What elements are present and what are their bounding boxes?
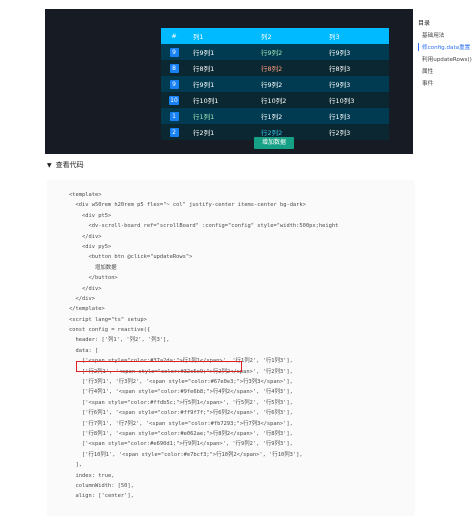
code-line: columnWidth: [50], xyxy=(69,482,134,489)
header-index: # xyxy=(171,32,177,40)
scroll-board-row: 1 行1列1 行1列2 行1列3 xyxy=(161,108,389,124)
row-cell-c2: 行9列2 xyxy=(261,81,283,89)
code-line: ['行3列1', '行3列2', '<span style="color:#67… xyxy=(69,379,293,386)
row-cell-c1: 行9列1 xyxy=(193,49,215,57)
row-index-badge: 1 xyxy=(169,111,179,121)
code-line: 增加数据 xyxy=(69,264,117,271)
code-line: data: [ xyxy=(69,347,99,354)
caret-down-icon: ▼ xyxy=(47,161,52,169)
row-index-badge: 2 xyxy=(169,127,179,137)
scroll-board: # 列1 列2 列3 9 行9列1 行9列2 行9列3 8 行8列1 行8列2 行8列3 9 行9… xyxy=(161,28,389,140)
row-cell-c2: 行10列2 xyxy=(261,97,287,105)
scroll-board-row: 9 行9列1 行9列2 行9列3 xyxy=(161,44,389,60)
row-cell-c3: 行1列3 xyxy=(329,113,351,121)
row-cell-c1: 行1列1 xyxy=(193,113,215,121)
code-line: </div> xyxy=(69,285,102,292)
header-col3: 列3 xyxy=(329,33,340,41)
row-index-badge: 9 xyxy=(169,47,179,57)
row-index-cell: 8 xyxy=(161,63,187,73)
code-line: <div py5> xyxy=(69,243,112,250)
scroll-board-header: # 列1 列2 列3 xyxy=(161,28,389,44)
code-lines: <template> <div w50rem h20rem p5 flex="~… xyxy=(69,190,338,502)
code-line: index: true, xyxy=(69,472,115,479)
toc-item[interactable]: 事件 xyxy=(418,79,474,87)
code-line: ['行10列1', '<span style="color:#e7bcf3;">… xyxy=(69,451,303,458)
row-cell-c3: 行8列3 xyxy=(329,65,351,73)
scroll-board-row: 9 行9列1 行9列2 行9列3 xyxy=(161,76,389,92)
toc-item[interactable]: 修config.data重置 xyxy=(418,43,474,51)
header-col2: 列2 xyxy=(261,33,272,41)
toc-item[interactable]: 利用updateRows() xyxy=(418,55,474,63)
row-cell-c1: 行8列1 xyxy=(193,65,215,73)
row-index-cell: 9 xyxy=(161,79,187,89)
code-line: <div w50rem h20rem p5 flex="~ col" justi… xyxy=(69,202,306,209)
row-index-cell: 10 xyxy=(161,95,187,105)
row-cell-c2: 行9列2 xyxy=(261,49,283,57)
row-index-cell: 9 xyxy=(161,47,187,57)
row-cell-c1: 行9列1 xyxy=(193,81,215,89)
toc-item[interactable]: 基础用法 xyxy=(418,31,474,39)
row-cell-c2: 行1列2 xyxy=(261,113,283,121)
scroll-board-row: 8 行8列1 行8列2 行8列3 xyxy=(161,60,389,76)
row-cell-c3: 行9列3 xyxy=(329,81,351,89)
code-line: ['<span style="color:#e690d1;">行9列1</spa… xyxy=(69,441,293,448)
toc-item[interactable]: 属性 xyxy=(418,67,474,75)
code-line: ], xyxy=(69,462,82,469)
scroll-board-row: 10 行10列1 行10列2 行10列3 xyxy=(161,92,389,108)
add-data-button[interactable]: 增加数据 xyxy=(254,137,294,149)
view-code-label: 查看代码 xyxy=(55,161,84,169)
code-line: </template> xyxy=(69,306,105,313)
row-cell-c3: 行10列3 xyxy=(329,97,355,105)
code-line: </div> xyxy=(69,295,95,302)
view-code-toggle[interactable]: ▼ 查看代码 xyxy=(47,160,84,170)
row-cell-c3: 行2列3 xyxy=(329,129,351,137)
row-index-badge: 10 xyxy=(169,95,179,105)
row-index-badge: 9 xyxy=(169,79,179,89)
highlight-box xyxy=(76,361,242,372)
code-line: <script lang="ts" setup> xyxy=(69,316,147,323)
row-cell-c1: 行10列1 xyxy=(193,97,219,105)
code-line: </button> xyxy=(69,275,118,282)
row-cell-c3: 行9列3 xyxy=(329,49,351,57)
row-cell-c1: 行2列1 xyxy=(193,129,215,137)
row-index-cell: 2 xyxy=(161,127,187,137)
toc-title: 目录 xyxy=(418,20,431,27)
header-col1: 列1 xyxy=(193,33,204,41)
code-line: align: ['center'], xyxy=(69,493,134,500)
code-line: ['<span style="color:#ffdb5c;">行5列1</spa… xyxy=(69,399,293,406)
code-line: </div> xyxy=(69,233,102,240)
code-line: ['行6列1', '<span style="color:#ff9f7f;">行… xyxy=(69,410,293,417)
code-line: <template> xyxy=(69,192,102,198)
row-index-badge: 8 xyxy=(169,63,179,73)
code-line: ['行8列1', '<span style="color:#e062ae;">行… xyxy=(69,430,293,437)
code-line: <button btn @click="updateRows"> xyxy=(69,254,193,261)
row-cell-c2: 行2列2 xyxy=(261,129,283,137)
row-index-cell: 1 xyxy=(161,111,187,121)
code-line: const config = reactive({ xyxy=(69,327,151,334)
code-line: ['行7列1', '行7列2', '<span style="color:#fb… xyxy=(69,420,293,427)
table-of-contents: 目录 基础用法修config.data重置 利用updateRows() 属性事件 xyxy=(418,18,474,91)
code-line: <dv-scroll-board ref="scrollBoard" :conf… xyxy=(69,223,339,230)
code-line: ['行4列1', '<span style="color:#9fe6b8;">行… xyxy=(69,389,293,396)
code-line: header: ['列1', '列2', '列3'], xyxy=(69,337,170,344)
demo-preview: # 列1 列2 列3 9 行9列1 行9列2 行9列3 8 行8列1 行8列2 行8列3 9 行9… xyxy=(45,9,413,154)
code-line: <div pt5> xyxy=(69,212,112,219)
code-block: <template> <div w50rem h20rem p5 flex="~… xyxy=(47,180,415,516)
row-cell-c2: 行8列2 xyxy=(261,65,283,73)
